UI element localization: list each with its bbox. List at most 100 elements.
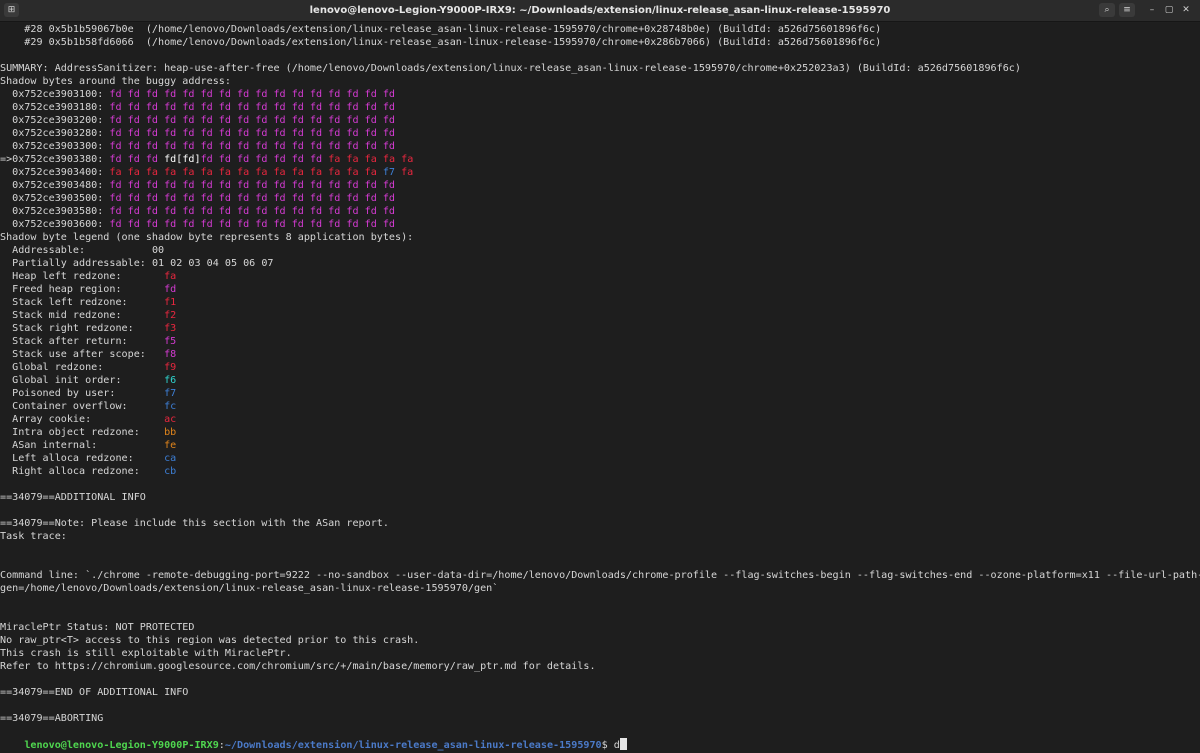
legend-value: fe (164, 440, 177, 451)
legend-label: Freed heap region: (0, 284, 165, 295)
legend-value: 00 (151, 245, 165, 256)
shadow-row: 0x752ce3903500: fd fd fd fd fd fd fd fd … (0, 192, 395, 205)
legend-label: Array cookie: (0, 414, 165, 425)
legend-row: Poisoned by user: f7 (0, 387, 176, 400)
shadow-bytes: fd fd fd fd fd fd fd fd fd fd fd fd fd f… (109, 102, 396, 113)
legend-value: f9 (164, 362, 177, 373)
shadow-row-address: 0x752ce3903600: (0, 219, 110, 230)
command-line-1: Command line: `./chrome -remote-debuggin… (0, 570, 1200, 581)
legend-row: Addressable: 00 (0, 244, 164, 257)
shadow-bytes: f7 (382, 167, 396, 178)
end-additional-info: ==34079==END OF ADDITIONAL INFO (0, 687, 189, 698)
legend-row: Right alloca redzone: cb (0, 465, 176, 478)
shadow-row: 0x752ce3903480: fd fd fd fd fd fd fd fd … (0, 179, 395, 192)
legend-value: fd (164, 284, 177, 295)
shadow-bytes: fd fd fd fd fd fd fd fd fd fd fd fd fd f… (109, 115, 396, 126)
shadow-row: =>0x752ce3903380: fd fd fd fd[fd]fd fd f… (0, 153, 413, 166)
shadow-row: 0x752ce3903180: fd fd fd fd fd fd fd fd … (0, 101, 395, 114)
shadow-row-address: 0x752ce3903500: (0, 193, 110, 204)
aborting-line: ==34079==ABORTING (0, 713, 104, 724)
command-line-2: gen=/home/lenovo/Downloads/extension/lin… (0, 583, 499, 594)
legend-row: Partially addressable: 01 02 03 04 05 06… (0, 257, 273, 270)
legend-label: Addressable: (0, 245, 152, 256)
legend-label: Left alloca redzone: (0, 453, 165, 464)
shadow-bytes: fd fd fd (109, 154, 165, 165)
legend-label: Stack after return: (0, 336, 165, 347)
legend-value: bb (164, 427, 177, 438)
legend-label: Partially addressable: (0, 258, 152, 269)
legend-row: Stack use after scope: f8 (0, 348, 176, 361)
legend-row: Intra object redzone: bb (0, 426, 176, 439)
shadow-row: 0x752ce3903200: fd fd fd fd fd fd fd fd … (0, 114, 395, 127)
legend-label: Heap left redzone: (0, 271, 165, 282)
asan-summary: SUMMARY: AddressSanitizer: heap-use-afte… (0, 63, 1021, 74)
minimize-button[interactable]: – (1145, 3, 1159, 17)
shadow-bytes: fa fa fa fa fa fa fa fa fa fa fa fa fa f… (109, 167, 383, 178)
prompt-dollar: $ (601, 740, 614, 751)
prompt-path: ~/Downloads/extension/linux-release_asan… (224, 740, 602, 751)
shadow-row-address: 0x752ce3903280: (0, 128, 110, 139)
shadow-row-address: 0x752ce3903580: (0, 206, 110, 217)
legend-value: ca (164, 453, 177, 464)
miracleptr-line-2: This crash is still exploitable with Mir… (0, 648, 292, 659)
shadow-bytes: fd fd fd fd fd fd fd fd fd fd fd fd fd f… (109, 206, 396, 217)
shadow-bytes-header: Shadow bytes around the buggy address: (0, 76, 231, 87)
legend-row: Heap left redzone: fa (0, 270, 176, 283)
legend-row: ASan internal: fe (0, 439, 176, 452)
close-button[interactable]: ✕ (1179, 3, 1193, 17)
legend-row: Stack right redzone: f3 (0, 322, 176, 335)
legend-row: Array cookie: ac (0, 413, 176, 426)
legend-value: f5 (164, 336, 177, 347)
legend-value: f3 (164, 323, 177, 334)
shadow-row: 0x752ce3903400: fa fa fa fa fa fa fa fa … (0, 166, 413, 179)
task-trace-label: Task trace: (0, 531, 67, 542)
shadow-row-address: 0x752ce3903480: (0, 180, 110, 191)
shadow-row: 0x752ce3903300: fd fd fd fd fd fd fd fd … (0, 140, 395, 153)
legend-label: ASan internal: (0, 440, 165, 451)
hamburger-menu-icon[interactable]: ≡ (1119, 3, 1135, 17)
legend-row: Container overflow: fc (0, 400, 176, 413)
search-icon[interactable]: ⌕ (1099, 3, 1115, 17)
window-titlebar: ⊞ lenovo@lenovo-Legion-Y9000P-IRX9: ~/Do… (0, 0, 1200, 22)
prompt-user: lenovo@lenovo-Legion-Y9000P-IRX9 (24, 740, 219, 751)
miracleptr-status: MiraclePtr Status: NOT PROTECTED (0, 622, 195, 633)
shadow-bytes: fd fd fd fd fd fd fd (200, 154, 329, 165)
shadow-row: 0x752ce3903280: fd fd fd fd fd fd fd fd … (0, 127, 395, 140)
stack-frame-29: #29 0x5b1b58fd6066 (/home/lenovo/Downloa… (0, 37, 882, 48)
legend-label: Container overflow: (0, 401, 165, 412)
legend-row: Stack mid redzone: f2 (0, 309, 176, 322)
legend-value: cb (164, 466, 177, 477)
legend-label: Stack left redzone: (0, 297, 165, 308)
legend-label: Stack use after scope: (0, 349, 165, 360)
window-title: lenovo@lenovo-Legion-Y9000P-IRX9: ~/Down… (309, 5, 891, 16)
maximize-button[interactable]: ▢ (1162, 3, 1176, 17)
legend-row: Stack left redzone: f1 (0, 296, 176, 309)
miracleptr-line-3: Refer to https://chromium.googlesource.c… (0, 661, 596, 672)
shadow-bytes: fa fa fa fa fa (328, 154, 414, 165)
legend-row: Global redzone: f9 (0, 361, 176, 374)
shadow-bytes: fd fd fd fd fd fd fd fd fd fd fd fd fd f… (109, 141, 396, 152)
shadow-bytes: fd fd fd fd fd fd fd fd fd fd fd fd fd f… (109, 128, 396, 139)
shadow-row-address: 0x752ce3903100: (0, 89, 110, 100)
shadow-row-address: =>0x752ce3903380: (0, 154, 110, 165)
legend-value: f2 (164, 310, 177, 321)
asan-note: ==34079==Note: Please include this secti… (0, 518, 389, 529)
legend-value: 01 02 03 04 05 06 07 (151, 258, 274, 269)
shadow-bytes: fa (395, 167, 414, 178)
terminal-output[interactable]: #28 0x5b1b59067b0e (/home/lenovo/Downloa… (0, 23, 1200, 753)
legend-label: Stack right redzone: (0, 323, 165, 334)
shadow-row: 0x752ce3903600: fd fd fd fd fd fd fd fd … (0, 218, 395, 231)
legend-label: Global redzone: (0, 362, 165, 373)
legend-value: ac (164, 414, 177, 425)
legend-row: Global init order: f6 (0, 374, 176, 387)
shadow-legend-header: Shadow byte legend (one shadow byte repr… (0, 232, 414, 243)
legend-row: Freed heap region: fd (0, 283, 176, 296)
shadow-row-address: 0x752ce3903400: (0, 167, 110, 178)
shadow-row: 0x752ce3903100: fd fd fd fd fd fd fd fd … (0, 88, 395, 101)
shadow-bytes: fd fd fd fd fd fd fd fd fd fd fd fd fd f… (109, 219, 396, 230)
miracleptr-line-1: No raw_ptr<T> access to this region was … (0, 635, 420, 646)
shadow-bytes: fd fd fd fd fd fd fd fd fd fd fd fd fd f… (109, 193, 396, 204)
shadow-row-address: 0x752ce3903200: (0, 115, 110, 126)
shell-prompt[interactable]: lenovo@lenovo-Legion-Y9000P-IRX9:~/Downl… (0, 725, 627, 751)
legend-value: fc (164, 401, 177, 412)
